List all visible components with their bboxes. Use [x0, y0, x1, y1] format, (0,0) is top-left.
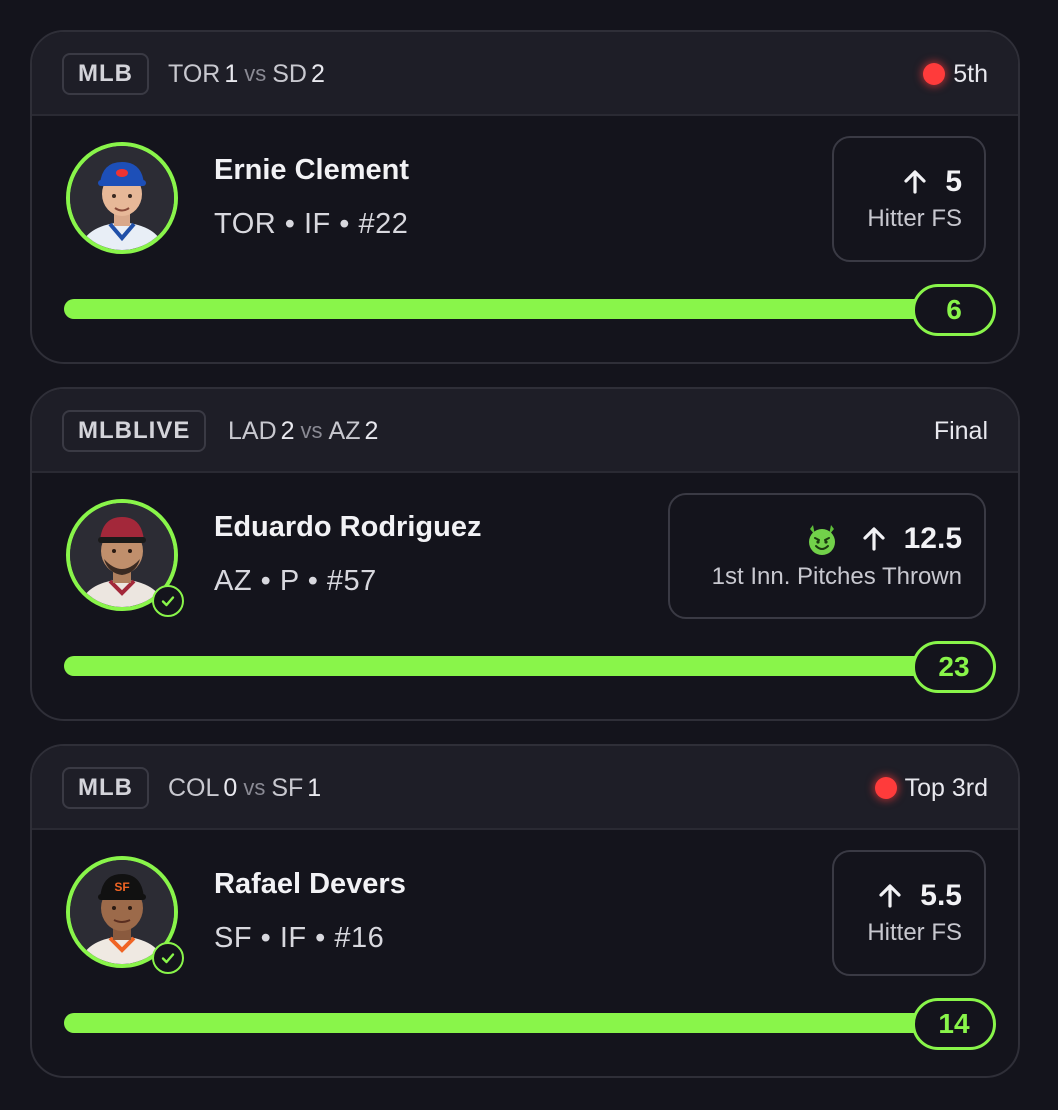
- progress-bar: [64, 299, 954, 319]
- league-badge: MLBLIVE: [62, 410, 207, 452]
- player-avatar: [66, 142, 178, 254]
- prop-line-value: 5: [945, 165, 962, 198]
- arrow-up-icon: [901, 168, 929, 196]
- player-name: Ernie Clement: [214, 154, 409, 186]
- matchup: TOR 1 vs SD 2: [168, 32, 325, 116]
- away-team: TOR: [168, 59, 221, 88]
- game-status-text: Top 3rd: [904, 773, 988, 802]
- away-score: 0: [223, 773, 238, 802]
- progress-value-pill: 6: [912, 284, 996, 336]
- prop-box[interactable]: 5 Hitter FS: [832, 136, 986, 262]
- prop-line-value: 12.5: [903, 522, 962, 555]
- game-header: MLB COL 0 vs SF 1 Top 3rd: [32, 746, 1018, 830]
- devil-emoji-icon: [804, 521, 840, 557]
- prop-line-value: 5.5: [920, 879, 962, 912]
- player-meta: TOR • IF • #22: [214, 208, 409, 240]
- check-icon: [152, 942, 184, 974]
- prop-label: Hitter FS: [867, 919, 962, 946]
- pick-card-ernie-clement[interactable]: MLB TOR 1 vs SD 2 5th Ernie Clement TOR …: [30, 30, 1020, 364]
- vs-label: vs: [243, 775, 266, 800]
- player-meta: SF • IF • #16: [214, 922, 385, 954]
- player-meta: AZ • P • #57: [214, 565, 377, 597]
- game-header: MLB TOR 1 vs SD 2 5th: [32, 32, 1018, 116]
- game-status: Top 3rd: [874, 746, 988, 830]
- away-score: 1: [224, 59, 239, 88]
- prop-label: 1st Inn. Pitches Thrown: [711, 563, 962, 590]
- progress-fill: [64, 1013, 954, 1033]
- game-status-text: 5th: [953, 59, 988, 88]
- game-header: MLBLIVE LAD 2 vs AZ 2 Final: [32, 389, 1018, 473]
- progress-bar: [64, 1013, 954, 1033]
- live-dot-icon: [874, 777, 897, 799]
- away-team: LAD: [228, 416, 277, 445]
- league-badge: MLB: [62, 767, 149, 809]
- pick-card-rafael-devers[interactable]: MLB COL 0 vs SF 1 Top 3rd SF Rafael Deve…: [30, 744, 1020, 1078]
- home-team: SF: [271, 773, 304, 802]
- game-status: Final: [934, 389, 988, 473]
- progress-value-pill: 23: [912, 641, 996, 693]
- prop-line: 5: [901, 165, 962, 199]
- game-status: 5th: [923, 32, 988, 116]
- home-score: 2: [310, 59, 325, 88]
- svg-text:SF: SF: [114, 880, 129, 894]
- progress-fill: [64, 656, 954, 676]
- progress-bar: [64, 656, 954, 676]
- vs-label: vs: [244, 61, 267, 86]
- home-score: 1: [307, 773, 322, 802]
- player-name: Eduardo Rodriguez: [214, 511, 482, 543]
- matchup: LAD 2 vs AZ 2: [228, 389, 378, 473]
- progress-value-pill: 14: [912, 998, 996, 1050]
- matchup: COL 0 vs SF 1: [168, 746, 321, 830]
- arrow-up-icon: [860, 525, 888, 553]
- arrow-up-icon: [876, 882, 904, 910]
- progress-fill: [64, 299, 954, 319]
- game-status-text: Final: [933, 416, 988, 445]
- prop-box[interactable]: 12.5 1st Inn. Pitches Thrown: [668, 493, 986, 619]
- away-team: COL: [168, 773, 220, 802]
- live-dot-icon: [923, 63, 946, 85]
- check-icon: [152, 585, 184, 617]
- home-score: 2: [364, 416, 379, 445]
- pick-card-eduardo-rodriguez[interactable]: MLBLIVE LAD 2 vs AZ 2 Final Eduardo Rodr: [30, 387, 1020, 721]
- player-name: Rafael Devers: [214, 868, 406, 900]
- home-team: SD: [272, 59, 307, 88]
- away-score: 2: [280, 416, 295, 445]
- prop-box[interactable]: 5.5 Hitter FS: [832, 850, 986, 976]
- prop-line: 12.5: [804, 521, 962, 557]
- league-badge: MLB: [62, 53, 149, 95]
- prop-line: 5.5: [876, 879, 962, 913]
- vs-label: vs: [300, 418, 323, 443]
- prop-label: Hitter FS: [867, 205, 962, 232]
- home-team: AZ: [328, 416, 361, 445]
